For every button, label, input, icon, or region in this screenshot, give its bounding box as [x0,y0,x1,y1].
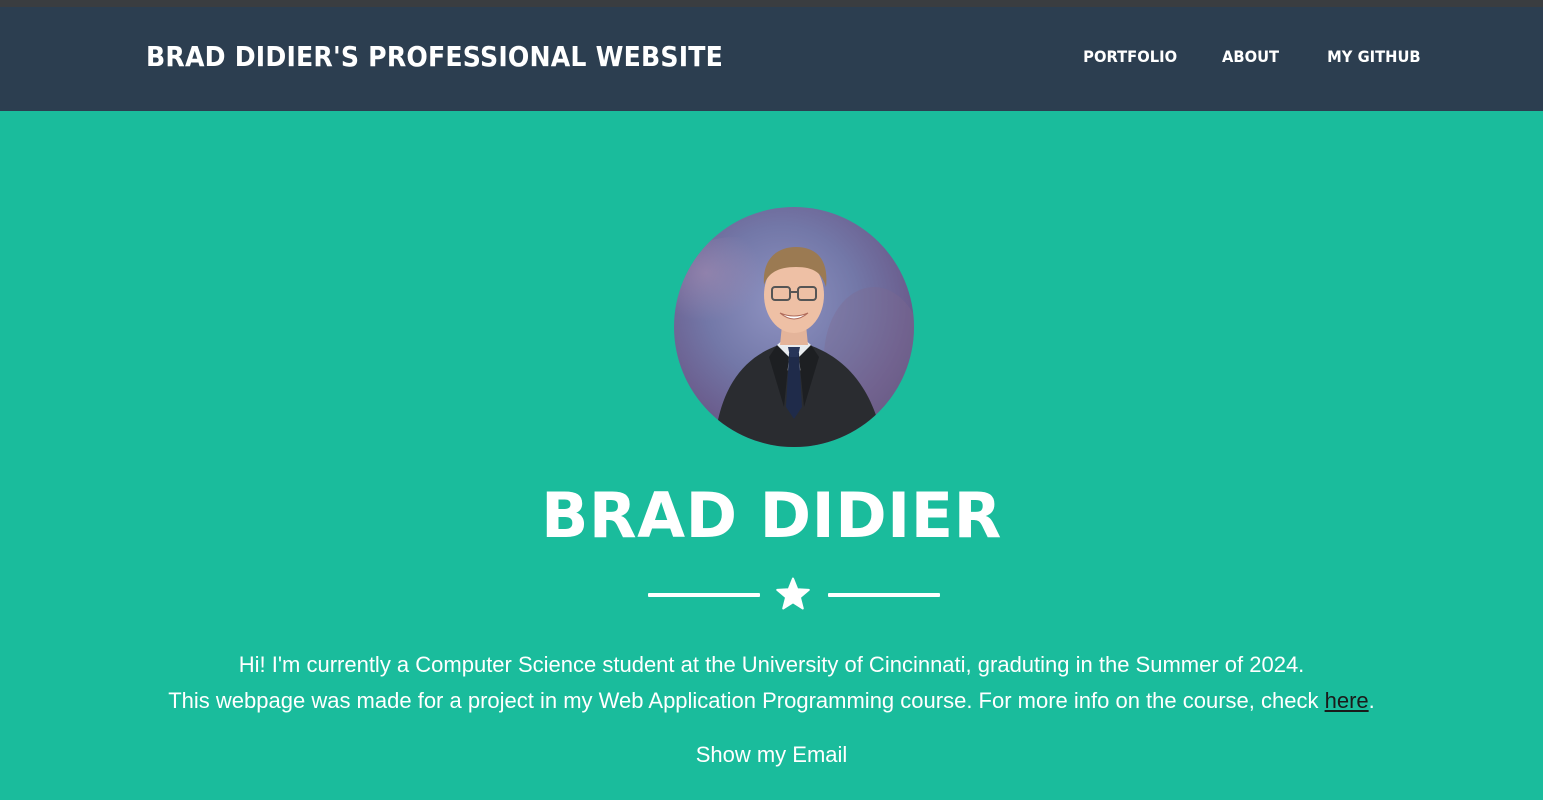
intro-line-2: This webpage was made for a project in m… [0,683,1543,719]
avatar [674,207,914,447]
divider-line-right [828,593,940,597]
intro-line-2-suffix: . [1368,688,1375,713]
page-title: BRAD DIDIER [541,479,1002,552]
nav-link-about[interactable]: ABOUT [1222,47,1279,66]
course-info-link[interactable]: here [1325,688,1369,713]
nav-link-portfolio[interactable]: PORTFOLIO [1083,47,1177,66]
intro-line-1: Hi! I'm currently a Computer Science stu… [238,652,1305,677]
nav-link-github[interactable]: MY GITHUB [1327,47,1421,66]
show-email-button[interactable]: Show my Email [696,742,848,768]
divider-line-left [648,593,760,597]
profile-photo-icon [674,207,914,447]
show-email-button-wrap: Show my Email [0,742,1543,768]
browser-top-strip [0,0,1543,7]
intro-line-2-prefix: This webpage was made for a project in m… [168,688,1325,713]
nav-links: PORTFOLIO ABOUT MY GITHUB [1035,47,1421,66]
star-divider [648,577,940,617]
star-icon [776,577,810,610]
site-brand-link[interactable]: BRAD DIDIER'S PROFESSIONAL WEBSITE [146,40,723,73]
masthead: BRAD DIDIER Hi! I'm currently a Computer… [0,111,1543,800]
intro-text: Hi! I'm currently a Computer Science stu… [0,647,1543,719]
navbar: BRAD DIDIER'S PROFESSIONAL WEBSITE PORTF… [0,7,1543,111]
